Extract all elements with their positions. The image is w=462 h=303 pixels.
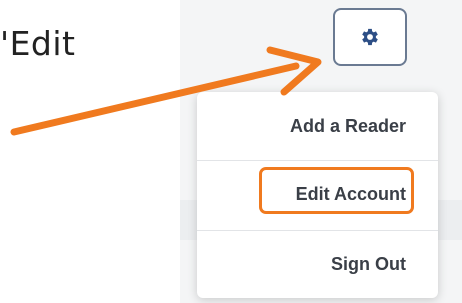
- annotation-arrow: [10, 46, 322, 136]
